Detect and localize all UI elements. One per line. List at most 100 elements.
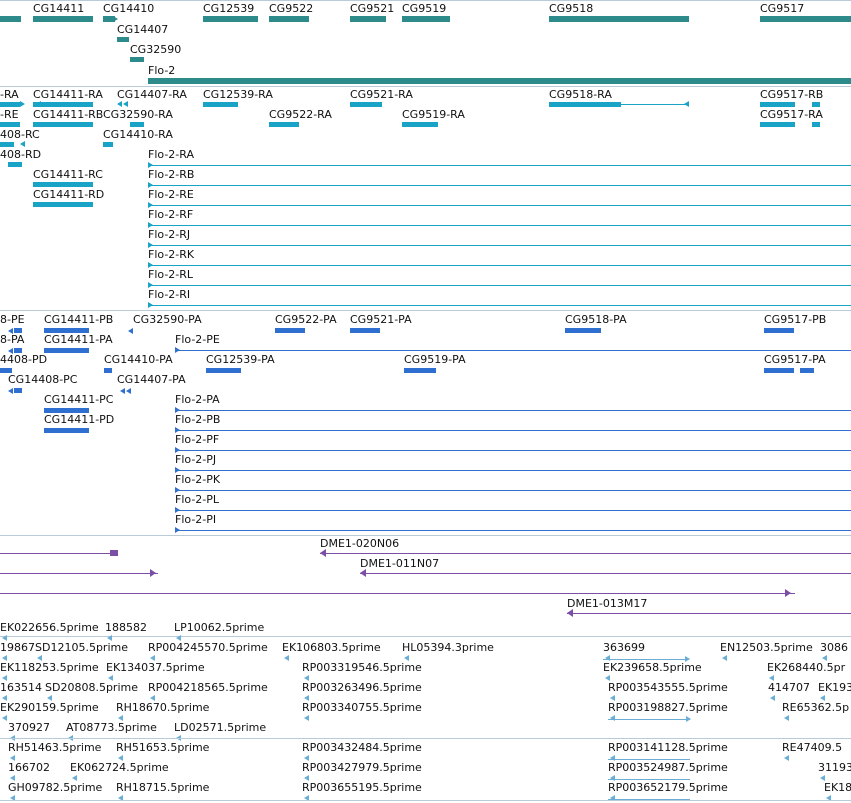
feature-bar[interactable] — [760, 122, 795, 127]
feature-bar[interactable] — [0, 142, 14, 147]
feature-label: RP003427979.5prime — [302, 761, 422, 774]
feature-bar[interactable] — [549, 102, 621, 107]
feature-label: EN12503.5prime — [720, 641, 813, 654]
feature-label: RH18715.5prime — [116, 781, 210, 794]
track-separator — [0, 636, 851, 637]
feature-bar[interactable] — [269, 16, 309, 22]
feature-label: 363699 — [603, 641, 645, 654]
feature-bar[interactable] — [549, 16, 689, 22]
feature-line[interactable] — [148, 185, 851, 186]
feature-line[interactable] — [148, 285, 851, 286]
feature-bar[interactable] — [44, 428, 89, 433]
feature-bar[interactable] — [275, 328, 305, 333]
feature-label: Flo-2-RA — [148, 148, 194, 161]
feature-line[interactable] — [175, 350, 851, 351]
feature-bar[interactable] — [0, 16, 21, 22]
track-separator — [0, 86, 851, 87]
feature-bar[interactable] — [117, 37, 129, 42]
feature-label: DME1-011N07 — [360, 557, 440, 570]
feature-bar[interactable] — [812, 122, 820, 127]
feature-bar[interactable] — [760, 16, 851, 22]
feature-bar[interactable] — [402, 16, 450, 22]
arrow-left-icon — [2, 715, 7, 721]
feature-label: CG14407 — [117, 23, 169, 36]
arrow-right-icon — [148, 302, 153, 308]
feature-bar[interactable] — [8, 162, 22, 167]
feature-bar[interactable] — [206, 368, 241, 373]
feature-line[interactable] — [175, 530, 851, 531]
feature-label: -RA — [0, 88, 19, 101]
feature-bar[interactable] — [33, 182, 93, 187]
feature-line[interactable] — [608, 719, 690, 720]
feature-bar[interactable] — [565, 328, 601, 333]
feature-bar[interactable] — [0, 122, 20, 127]
feature-bar[interactable] — [110, 550, 118, 556]
feature-label: CG12539-RA — [203, 88, 273, 101]
feature-bar[interactable] — [269, 122, 299, 127]
feature-label: Flo-2-PK — [175, 473, 221, 486]
track-separator — [0, 800, 851, 801]
feature-line[interactable] — [175, 490, 851, 491]
feature-bar[interactable] — [404, 368, 436, 373]
feature-bar[interactable] — [800, 368, 814, 373]
feature-line[interactable] — [360, 573, 851, 574]
feature-line[interactable] — [175, 430, 851, 431]
feature-label: CG32590-PA — [133, 313, 202, 326]
feature-label: DME1-020N06 — [320, 537, 400, 550]
feature-bar[interactable] — [764, 328, 794, 333]
feature-bar[interactable] — [350, 16, 386, 22]
feature-bar[interactable] — [33, 16, 93, 22]
feature-bar[interactable] — [0, 102, 20, 107]
feature-label: Flo-2-RL — [148, 268, 194, 281]
feature-line[interactable] — [175, 510, 851, 511]
feature-line[interactable] — [0, 553, 118, 554]
feature-bar[interactable] — [130, 122, 144, 127]
feature-bar[interactable] — [14, 388, 22, 393]
feature-label: Flo-2-RB — [148, 168, 195, 181]
feature-label: Flo-2-PE — [175, 333, 220, 346]
feature-line[interactable] — [0, 593, 795, 594]
feature-bar[interactable] — [203, 102, 238, 107]
feature-line[interactable] — [608, 779, 690, 780]
feature-line[interactable] — [148, 305, 851, 306]
feature-label: Flo-2-PB — [175, 413, 221, 426]
feature-bar[interactable] — [33, 122, 93, 127]
feature-label: Flo-2-PI — [175, 513, 217, 526]
feature-bar[interactable] — [33, 102, 93, 107]
feature-bar[interactable] — [44, 348, 89, 353]
feature-bar[interactable] — [148, 78, 851, 84]
feature-line[interactable] — [148, 225, 851, 226]
feature-line[interactable] — [175, 470, 851, 471]
feature-bar[interactable] — [33, 202, 93, 207]
feature-label: CG14411 — [33, 2, 85, 15]
feature-line[interactable] — [148, 245, 851, 246]
feature-bar[interactable] — [130, 57, 144, 62]
arrow-left-icon — [284, 655, 289, 661]
feature-label: CG14411-PA — [44, 333, 113, 346]
feature-line[interactable] — [148, 165, 851, 166]
feature-label: CG14407-PA — [117, 373, 186, 386]
feature-line[interactable] — [567, 613, 851, 614]
feature-bar[interactable] — [103, 142, 113, 147]
feature-bar[interactable] — [760, 102, 795, 107]
feature-line[interactable] — [175, 410, 851, 411]
feature-bar[interactable] — [764, 368, 794, 373]
feature-label: CG9517-RB — [760, 88, 824, 101]
feature-bar[interactable] — [350, 102, 382, 107]
feature-line[interactable] — [320, 553, 851, 554]
feature-line[interactable] — [0, 573, 158, 574]
feature-bar[interactable] — [203, 16, 258, 22]
feature-line[interactable] — [148, 265, 851, 266]
feature-bar[interactable] — [402, 122, 438, 127]
feature-bar[interactable] — [350, 328, 380, 333]
feature-line[interactable] — [148, 205, 851, 206]
feature-line[interactable] — [603, 659, 689, 660]
feature-label: CG14407-RA — [117, 88, 187, 101]
feature-label: CG9522-PA — [275, 313, 337, 326]
feature-bar[interactable] — [812, 102, 820, 107]
feature-line[interactable] — [175, 450, 851, 451]
feature-line[interactable] — [608, 759, 690, 760]
feature-label: Flo-2-PA — [175, 393, 220, 406]
feature-bar[interactable] — [104, 368, 112, 373]
feature-label: RP004245570.5prime — [148, 641, 268, 654]
